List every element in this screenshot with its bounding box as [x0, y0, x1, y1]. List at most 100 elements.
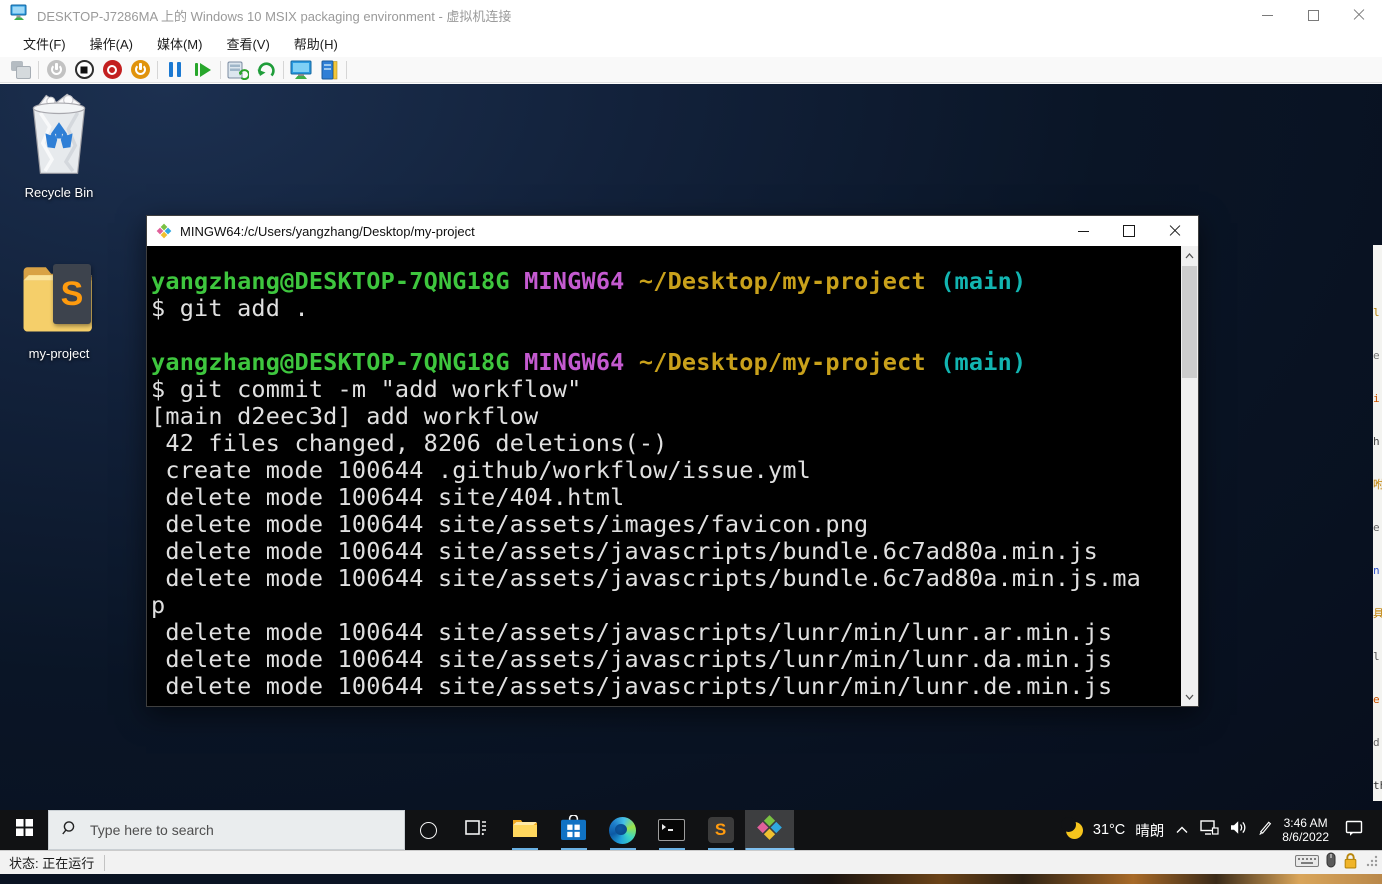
toolbar-enhanced-session-button[interactable]: [287, 58, 315, 82]
mintty-terminal-window: MINGW64:/c/Users/yangzhang/Desktop/my-pr…: [146, 215, 1199, 707]
taskbar-search[interactable]: [48, 810, 405, 850]
terminal-line: delete mode 100644 site/assets/javascrip…: [151, 619, 1181, 646]
git-bash-icon: [756, 814, 783, 846]
background-window-edge[interactable]: leih咐en具ledth: [1373, 245, 1382, 801]
clock-time: 3:46 AM: [1282, 816, 1329, 830]
toolbar-ctrl-alt-del-button[interactable]: [7, 58, 35, 82]
terminal-titlebar[interactable]: MINGW64:/c/Users/yangzhang/Desktop/my-pr…: [147, 216, 1198, 246]
menu-action[interactable]: 操作(A): [78, 34, 145, 53]
terminal-scrollbar[interactable]: [1181, 246, 1198, 706]
tray-expand-chevron-icon[interactable]: [1174, 821, 1190, 839]
action-center-icon[interactable]: [1339, 820, 1369, 841]
mouse-capture-icon: [1326, 852, 1336, 873]
desktop-icon-my-project[interactable]: S my-project: [12, 256, 106, 361]
window-maximize-button[interactable]: [1290, 0, 1336, 30]
window-close-button[interactable]: [1336, 0, 1382, 30]
weather-temp[interactable]: 31°C: [1093, 822, 1125, 838]
terminal-maximize-button[interactable]: [1106, 216, 1152, 246]
vm-desktop[interactable]: Recycle Bin S my-project MINGW: [0, 84, 1382, 850]
shut-down-icon: [103, 60, 122, 79]
toolbar-turn-off-button[interactable]: [70, 58, 98, 82]
start-button[interactable]: [0, 810, 48, 850]
maximize-icon: [1123, 225, 1135, 237]
network-icon[interactable]: [1200, 820, 1219, 840]
close-icon: [1353, 9, 1365, 21]
turn-off-icon: [75, 60, 94, 79]
maximize-icon: [1308, 10, 1319, 21]
toolbar-shut-down-button[interactable]: [98, 58, 126, 82]
microsoft-store-icon: [561, 815, 586, 845]
pen-icon[interactable]: [1257, 820, 1272, 840]
vm-status-bar: 状态: 正在运行: [0, 850, 1382, 874]
volume-icon[interactable]: [1229, 820, 1247, 840]
enhanced-session-icon: [290, 60, 312, 80]
edge-text-fragment: i: [1373, 377, 1382, 420]
menu-file[interactable]: 文件(F): [11, 34, 78, 53]
weather-moon-icon[interactable]: [1066, 822, 1083, 839]
menu-view[interactable]: 查看(V): [214, 34, 281, 53]
resize-grip[interactable]: [1365, 854, 1378, 872]
terminal-window-controls: [1060, 216, 1198, 246]
scroll-up-icon[interactable]: [1181, 248, 1198, 263]
minimize-icon: [1078, 231, 1089, 232]
taskbar-git-bash-button[interactable]: [745, 810, 794, 850]
taskbar-task-view-button[interactable]: [451, 810, 500, 850]
toolbar-pause-button[interactable]: [161, 58, 189, 82]
sublime-text-icon: S: [708, 817, 734, 843]
start-icon: [47, 60, 66, 79]
resume-icon: [195, 63, 211, 77]
window-minimize-button[interactable]: [1244, 0, 1290, 30]
toolbar-resume-button[interactable]: [189, 58, 217, 82]
checkpoint-icon: [227, 60, 249, 80]
scrollbar-thumb[interactable]: [1182, 266, 1197, 378]
edge-text-fragment: e: [1373, 506, 1382, 549]
terminal-line: delete mode 100644 site/assets/javascrip…: [151, 538, 1181, 565]
taskbar-microsoft-edge-button[interactable]: [598, 810, 647, 850]
file-explorer-icon: [512, 817, 538, 844]
toolbar-separator: [220, 61, 221, 79]
toolbar-checkpoint-button[interactable]: [224, 58, 252, 82]
edge-text-fragment: 具: [1373, 592, 1382, 635]
window-titlebar: DESKTOP-J7286MA 上的 Windows 10 MSIX packa…: [0, 0, 1382, 30]
cortana-icon: [420, 822, 437, 839]
revert-icon: [256, 60, 276, 80]
toolbar-vm-settings-button[interactable]: [315, 58, 343, 82]
cortana-button[interactable]: [405, 810, 451, 850]
desktop-icon-recycle-bin[interactable]: Recycle Bin: [12, 92, 106, 200]
toolbar-start-button[interactable]: [42, 58, 70, 82]
weather-desc[interactable]: 晴朗: [1135, 820, 1164, 841]
edge-text-fragment: h: [1373, 420, 1382, 463]
edge-text-fragment: e: [1373, 334, 1382, 377]
clock-date: 8/6/2022: [1282, 830, 1329, 844]
taskbar-sublime-text-button[interactable]: S: [696, 810, 745, 850]
toolbar-save-button[interactable]: [126, 58, 154, 82]
terminal-close-button[interactable]: [1152, 216, 1198, 246]
taskbar-command-prompt-button[interactable]: [647, 810, 696, 850]
recycle-bin-icon: [23, 165, 95, 182]
toolbar-revert-button[interactable]: [252, 58, 280, 82]
edge-text-fragment: n: [1373, 549, 1382, 592]
edge-text-fragment: e: [1373, 678, 1382, 721]
terminal-minimize-button[interactable]: [1060, 216, 1106, 246]
window-controls: [1244, 0, 1382, 30]
taskbar-microsoft-store-button[interactable]: [549, 810, 598, 850]
scroll-down-icon[interactable]: [1181, 689, 1198, 704]
menu-media[interactable]: 媒体(M): [145, 34, 215, 53]
taskbar-file-explorer-button[interactable]: [500, 810, 549, 850]
taskbar-clock[interactable]: 3:46 AM 8/6/2022: [1282, 816, 1329, 844]
terminal-line: create mode 100644 .github/workflow/issu…: [151, 457, 1181, 484]
sublime-text-badge: S: [53, 264, 91, 324]
search-input[interactable]: [88, 821, 342, 839]
vm-settings-icon: [321, 60, 338, 80]
close-icon: [1169, 225, 1181, 237]
terminal-line: delete mode 100644 site/404.html: [151, 484, 1181, 511]
edge-text-fragment: th: [1373, 764, 1382, 801]
desktop-icon-label: my-project: [12, 346, 106, 361]
search-icon: [62, 820, 78, 841]
terminal-line: delete mode 100644 site/assets/javascrip…: [151, 646, 1181, 673]
microsoft-edge-icon: [609, 817, 636, 844]
terminal-output[interactable]: yangzhang@DESKTOP-7QNG18G MINGW64 ~/Desk…: [147, 246, 1181, 706]
menu-help[interactable]: 帮助(H): [282, 34, 350, 53]
terminal-line: delete mode 100644 site/assets/images/fa…: [151, 511, 1181, 538]
edge-text-fragment: d: [1373, 721, 1382, 764]
